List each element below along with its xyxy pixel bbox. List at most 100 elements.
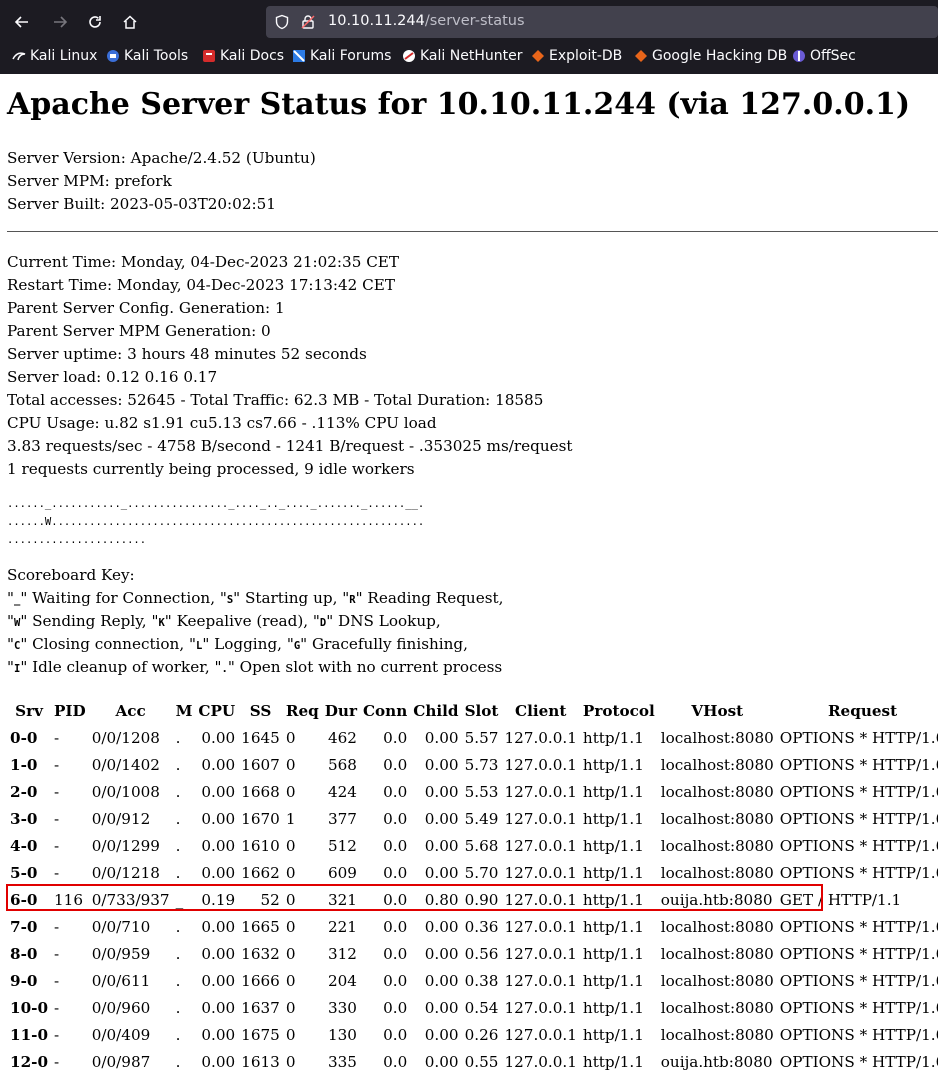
url-host: 10.10.11.244 [328, 13, 425, 29]
table-cell: 0/0/1008 [91, 782, 160, 801]
address-bar[interactable]: 10.10.11.244/server-status [266, 6, 938, 38]
table-cell: OPTIONS * HTTP/1.0 [779, 998, 938, 1017]
table-cell: 512 [327, 836, 357, 855]
table-cell: localhost:8080 [660, 809, 774, 828]
table-cell: 0.00 [201, 809, 236, 828]
table-cell: http/1.1 [582, 1025, 644, 1044]
table-cell: 221 [327, 917, 357, 936]
bookmark-kali-tools[interactable]: Kali Tools [106, 48, 188, 64]
scoreboard-key-line: "C" Closing connection, "L" Logging, "G"… [7, 635, 468, 653]
table-cell: 1 [285, 809, 296, 828]
table-cell: 0.00 [424, 944, 459, 963]
table-cell: 377 [327, 809, 357, 828]
table-cell: OPTIONS * HTTP/1.0 [779, 863, 938, 882]
bookmark-kali-forums[interactable]: Kali Forums [292, 48, 391, 64]
table-cell: - [54, 971, 60, 990]
table-cell: 1675 [241, 1025, 280, 1044]
table-cell: - [54, 728, 60, 747]
table-cell: localhost:8080 [660, 755, 774, 774]
scoreboard-key-title: Scoreboard Key: [7, 566, 135, 584]
forward-arrow-icon[interactable] [46, 8, 74, 36]
table-cell: 0.0 [383, 755, 408, 774]
table-cell: 0.00 [424, 863, 459, 882]
table-header-row: Srv PID Acc M CPU SS Req Dur Conn Child Slot Client… [7, 697, 938, 724]
table-cell: 5.73 [464, 755, 499, 774]
table-cell: OPTIONS * HTTP/1.0 [779, 1025, 938, 1044]
bookmark-kali-nethunter[interactable]: Kali NetHunter [402, 48, 522, 64]
table-row: 4-0- 0/0/1299. 0.00 1610 0 512 0.0 0.00 5.68 127.… [7, 832, 938, 859]
table-cell: 609 [327, 863, 357, 882]
server-version: Server Version: Apache/2.4.52 (Ubuntu) [7, 149, 316, 167]
table-cell: . [175, 1025, 181, 1044]
key-text: " Closing connection, " [20, 635, 196, 653]
table-cell: 0/0/409 [91, 1025, 151, 1044]
table-cell: OPTIONS * HTTP/1.0 [779, 1052, 938, 1071]
table-cell: localhost:8080 [660, 998, 774, 1017]
table-cell: 0 [285, 971, 296, 990]
table-cell: 0.0 [383, 998, 408, 1017]
table-cell: 1666 [241, 971, 280, 990]
table-cell: 0.56 [464, 944, 499, 963]
bookmark-google-hacking-db[interactable]: Google Hacking DB [634, 48, 787, 64]
table-cell: 462 [327, 728, 357, 747]
shield-icon[interactable] [274, 14, 290, 34]
back-arrow-icon[interactable] [8, 8, 36, 36]
table-cell: 330 [327, 998, 357, 1017]
table-row: 2-0- 0/0/1008. 0.00 1668 0 424 0.0 0.00 5.53 127.… [7, 778, 938, 805]
table-cell: . [175, 863, 181, 882]
table-cell: 0.26 [464, 1025, 499, 1044]
table-cell: 0.00 [424, 782, 459, 801]
page-title: Apache Server Status for 10.10.11.244 (v… [7, 87, 911, 122]
table-cell: 5.68 [464, 836, 499, 855]
ghdb-icon [634, 49, 648, 63]
scoreboard-line: ......_..........._................_....… [7, 498, 425, 510]
table-cell: http/1.1 [582, 998, 644, 1017]
insecure-lock-icon[interactable] [300, 14, 316, 34]
table-row: 11-0- 0/0/409. 0.00 1675 0 130 0.0 0.00 0.26 127.… [7, 1021, 938, 1048]
reload-icon[interactable] [81, 8, 109, 36]
column-header: M [175, 701, 193, 720]
table-cell: 0.00 [424, 809, 459, 828]
worker-status: 1 requests currently being processed, 9 … [7, 460, 415, 478]
table-cell: 0.00 [424, 998, 459, 1017]
key-text: " [7, 589, 14, 607]
table-cell: 5.70 [464, 863, 499, 882]
column-header: Dur [324, 701, 357, 720]
bookmark-exploit-db[interactable]: Exploit-DB [531, 48, 622, 64]
bookmark-label: Google Hacking DB [652, 48, 788, 64]
table-cell: OPTIONS * HTTP/1.0 [779, 944, 938, 963]
key-text: " Starting up, " [233, 589, 350, 607]
request-rates: 3.83 requests/sec - 4758 B/second - 1241… [7, 437, 573, 455]
table-row: 9-0- 0/0/611. 0.00 1666 0 204 0.0 0.00 0.38 127.0… [7, 967, 938, 994]
bookmark-kali-docs[interactable]: Kali Docs [202, 48, 284, 64]
table-cell: localhost:8080 [660, 836, 774, 855]
table-cell: 0/0/611 [91, 971, 151, 990]
table-cell: 0.0 [383, 809, 408, 828]
table-cell: 0 [285, 728, 296, 747]
table-cell: 0.00 [201, 944, 236, 963]
table-cell: 0.00 [201, 755, 236, 774]
bookmark-label: Kali Linux [30, 48, 98, 64]
url-text[interactable]: 10.10.11.244/server-status [328, 13, 525, 29]
table-cell: 0.0 [383, 782, 408, 801]
table-cell: 0 [285, 755, 296, 774]
bookmark-offsec[interactable]: OffSec [792, 48, 856, 64]
table-cell: http/1.1 [582, 836, 644, 855]
table-cell: 0-0 [10, 728, 38, 747]
table-cell: 0/0/960 [91, 998, 151, 1017]
table-cell: - [54, 836, 60, 855]
table-cell: 127.0.0.1 [504, 917, 577, 936]
home-icon[interactable] [116, 8, 144, 36]
column-header: Acc [115, 701, 146, 720]
table-cell: - [54, 1025, 60, 1044]
table-cell: 0.00 [424, 755, 459, 774]
table-cell: 127.0.0.1 [504, 944, 577, 963]
table-cell: 1645 [241, 728, 280, 747]
table-cell: 0.00 [424, 1052, 459, 1071]
table-cell: 127.0.0.1 [504, 863, 577, 882]
table-cell: 0.0 [383, 728, 408, 747]
bookmark-kali-linux[interactable]: Kali Linux [12, 48, 97, 64]
table-cell: . [175, 836, 181, 855]
table-cell: localhost:8080 [660, 917, 774, 936]
table-cell: 0.00 [424, 728, 459, 747]
